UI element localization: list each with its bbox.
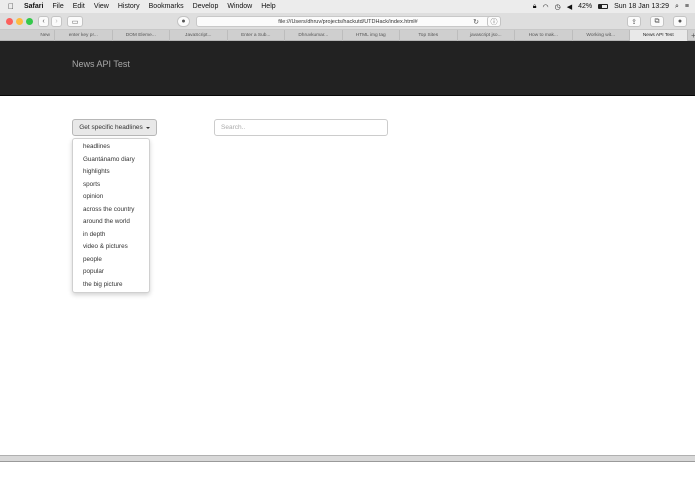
spotlight-icon[interactable]: ⌕ bbox=[675, 3, 679, 11]
tab-javascript[interactable]: JavaScript... bbox=[170, 30, 228, 41]
menu-item-popular[interactable]: popular bbox=[73, 266, 149, 279]
battery-icon[interactable] bbox=[598, 4, 609, 9]
volume-icon[interactable]: ◀ bbox=[567, 3, 572, 11]
tab-enter-key[interactable]: enter key pr... bbox=[55, 30, 113, 41]
menu-item-the-big-picture[interactable]: the big picture bbox=[73, 279, 149, 292]
share-button[interactable]: ⇪ bbox=[627, 16, 641, 27]
menu-help[interactable]: Help bbox=[261, 3, 275, 10]
dropdown-button-label: Get specific headlines bbox=[79, 124, 143, 131]
downloads-button[interactable]: ● bbox=[673, 16, 687, 27]
menu-item-in-depth[interactable]: in depth bbox=[73, 229, 149, 242]
browser-toolbar: ‹ › ▭ ● file:///Users/dhruv/projects/hac… bbox=[0, 13, 695, 30]
headlines-dropdown-button[interactable]: Get specific headlines bbox=[72, 119, 157, 136]
lock-icon[interactable]: 🔒︎ bbox=[533, 3, 537, 11]
menu-item-highlights[interactable]: highlights bbox=[73, 166, 149, 179]
menu-item-across-the-country[interactable]: across the country bbox=[73, 204, 149, 217]
new-tab-button[interactable]: + bbox=[688, 30, 695, 41]
menu-bookmarks[interactable]: Bookmarks bbox=[149, 3, 184, 10]
sidebar-icon: ▭ bbox=[71, 18, 79, 26]
apple-logo-icon[interactable]:  bbox=[8, 2, 16, 11]
address-url: file:///Users/dhruv/projects/hackutd/UTD… bbox=[278, 18, 418, 25]
window-bottom-edge bbox=[0, 455, 695, 462]
minimize-window-button[interactable] bbox=[16, 18, 23, 25]
time-machine-icon[interactable]: ◷ bbox=[555, 3, 561, 11]
menu-item-headlines[interactable]: headlines bbox=[73, 141, 149, 154]
share-icon: ⇪ bbox=[631, 18, 637, 26]
headlines-dropdown-menu: headlines Guantánamo diary highlights sp… bbox=[72, 138, 150, 293]
ghostery-icon: ● bbox=[181, 18, 186, 25]
clock[interactable]: Sun 18 Jan 13:29 bbox=[614, 3, 669, 10]
tabs-overview-button[interactable]: ⧉ bbox=[650, 16, 664, 27]
menu-history[interactable]: History bbox=[118, 3, 140, 10]
chevron-left-icon: ‹ bbox=[42, 18, 45, 25]
info-button[interactable]: ⓘ bbox=[487, 16, 501, 27]
tab-enter-sub[interactable]: Enter a Sub... bbox=[228, 30, 285, 41]
menu-window[interactable]: Window bbox=[227, 3, 252, 10]
tab-working-with[interactable]: Working wit... bbox=[573, 30, 630, 41]
search-input[interactable] bbox=[214, 119, 388, 136]
chevron-right-icon: › bbox=[55, 18, 58, 25]
menu-safari[interactable]: Safari bbox=[24, 3, 43, 10]
tab-how-to-make[interactable]: How to mak... bbox=[515, 30, 573, 41]
battery-percent[interactable]: 42% bbox=[578, 3, 592, 10]
menu-view[interactable]: View bbox=[94, 3, 109, 10]
menu-develop[interactable]: Develop bbox=[193, 3, 219, 10]
menu-item-sports[interactable]: sports bbox=[73, 179, 149, 192]
info-icon: ⓘ bbox=[490, 18, 498, 26]
tab-bar: New enter key pr... DOM Eleme... JavaScr… bbox=[0, 30, 695, 41]
menu-item-opinion[interactable]: opinion bbox=[73, 191, 149, 204]
download-icon: ● bbox=[677, 18, 683, 25]
sidebar-button[interactable]: ▭ bbox=[67, 16, 83, 27]
macos-menubar:  Safari File Edit View History Bookmark… bbox=[0, 0, 695, 13]
menu-item-guantanamo-diary[interactable]: Guantánamo diary bbox=[73, 154, 149, 167]
menu-item-people[interactable]: people bbox=[73, 254, 149, 267]
navbar-brand[interactable]: News API Test bbox=[72, 59, 130, 69]
close-window-button[interactable] bbox=[6, 18, 13, 25]
tab-top-sites[interactable]: Top Sites bbox=[400, 30, 458, 41]
address-bar[interactable]: file:///Users/dhruv/projects/hackutd/UTD… bbox=[196, 16, 500, 27]
tab-new[interactable]: New bbox=[0, 30, 55, 41]
tab-dom-elements[interactable]: DOM Eleme... bbox=[113, 30, 170, 41]
notification-center-icon[interactable]: ≡ bbox=[685, 3, 689, 10]
tab-dhruvkumar[interactable]: Dhruvkumar... bbox=[285, 30, 343, 41]
tab-javascript-json[interactable]: javascript jso... bbox=[458, 30, 515, 41]
caret-down-icon bbox=[145, 126, 150, 129]
page-navbar: News API Test bbox=[0, 41, 695, 96]
menu-item-around-the-world[interactable]: around the world bbox=[73, 216, 149, 229]
menu-edit[interactable]: Edit bbox=[73, 3, 85, 10]
menu-file[interactable]: File bbox=[52, 3, 63, 10]
tab-news-api-test[interactable]: News API Test bbox=[630, 30, 688, 41]
menubar-status-area: 🔒︎ ◠ ◷ ◀ 42% Sun 18 Jan 13:29 ⌕ ≡ bbox=[533, 0, 689, 13]
tabs-icon: ⧉ bbox=[654, 17, 660, 25]
reload-icon[interactable]: ↻ bbox=[473, 18, 479, 26]
forward-button[interactable]: › bbox=[51, 16, 62, 27]
tab-html-img-tag[interactable]: HTML img tag bbox=[343, 30, 400, 41]
extension-button[interactable]: ● bbox=[177, 16, 190, 27]
menu-item-video-pictures[interactable]: video & pictures bbox=[73, 241, 149, 254]
wifi-icon[interactable]: ◠ bbox=[542, 3, 548, 11]
back-button[interactable]: ‹ bbox=[38, 16, 49, 27]
zoom-window-button[interactable] bbox=[26, 18, 33, 25]
